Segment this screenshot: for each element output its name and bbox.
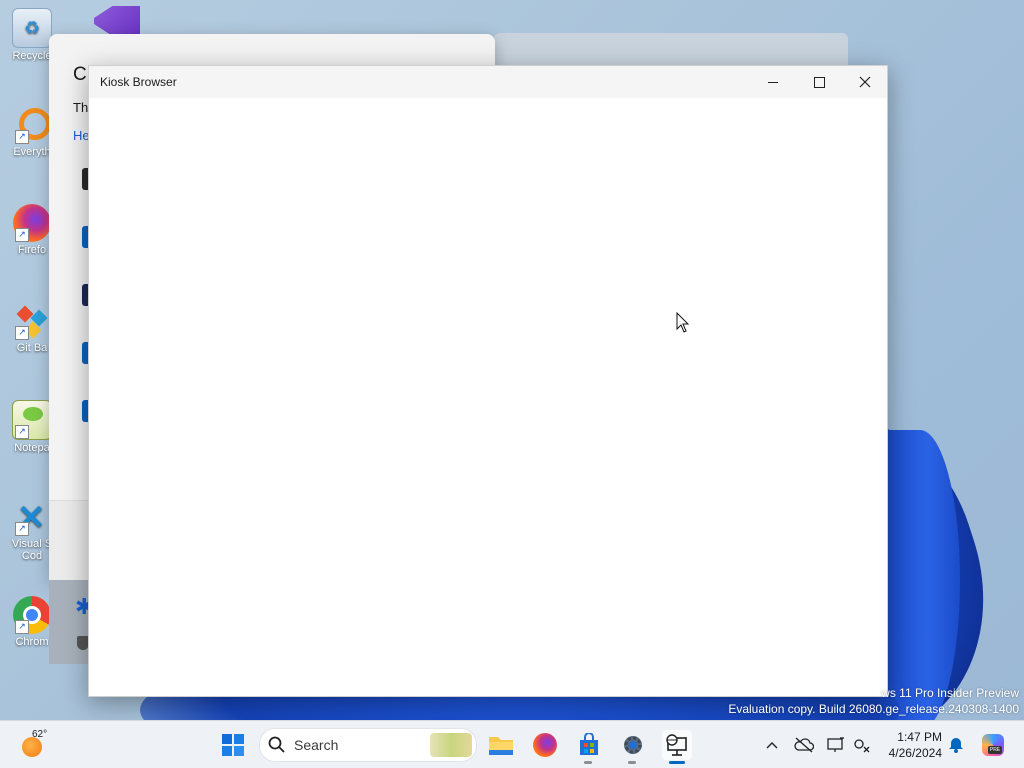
display-status[interactable] xyxy=(826,735,846,755)
notepad-plus-icon: ↗ xyxy=(12,400,52,440)
copilot-button[interactable]: PRE xyxy=(980,734,1006,756)
store-icon xyxy=(580,733,598,755)
running-indicator xyxy=(628,761,636,764)
clock-time: 1:47 PM xyxy=(897,730,942,744)
minimize-icon xyxy=(768,81,778,83)
taskbar-settings[interactable] xyxy=(618,730,648,760)
background-window-heading: C xyxy=(73,64,87,85)
wallpaper-bloom-edge xyxy=(880,430,960,730)
search-placeholder: Search xyxy=(294,737,339,753)
copilot-icon: PRE xyxy=(982,734,1004,756)
window-title: Kiosk Browser xyxy=(100,75,177,89)
taskbar-store[interactable] xyxy=(574,730,604,760)
background-window-text: Th xyxy=(73,100,89,115)
maximize-button[interactable] xyxy=(796,66,842,98)
network-status[interactable] xyxy=(852,735,872,755)
system-clock[interactable]: 1:47 PM 4/26/2024 xyxy=(882,729,942,761)
taskbar-firefox[interactable] xyxy=(530,730,560,760)
onedrive-status[interactable] xyxy=(794,735,814,755)
show-hidden-icons-button[interactable] xyxy=(762,735,782,755)
notification-bell-icon xyxy=(949,738,963,753)
firefox-icon: ↗ xyxy=(13,204,51,242)
watermark-line2: Evaluation copy. Build 26080.ge_release.… xyxy=(728,702,1019,716)
background-window-titlebar xyxy=(494,33,848,69)
weather-sun-icon xyxy=(22,737,42,757)
start-button[interactable] xyxy=(218,730,248,760)
kiosk-browser-icon xyxy=(666,734,687,756)
running-indicator xyxy=(584,761,592,764)
desktop: ♻ Recycle ↗ Everyth ↗ Firefo ↗ Git Ba ↗ … xyxy=(0,0,1024,768)
title-bar[interactable]: Kiosk Browser xyxy=(89,66,887,98)
taskbar-search-box[interactable]: Search xyxy=(259,728,477,762)
chevron-up-icon xyxy=(766,742,778,749)
vscode-icon: ✕ ↗ xyxy=(15,499,46,537)
chrome-icon: ↗ xyxy=(13,596,51,634)
taskbar: 62° Search 1:47 PM 4/26/2024 PRE xyxy=(0,720,1024,768)
git-bash-icon: ↗ xyxy=(13,302,51,340)
weather-temperature: 62° xyxy=(32,729,48,740)
clock-date: 4/26/2024 xyxy=(888,746,942,760)
browser-content-area[interactable] xyxy=(89,98,887,696)
display-icon xyxy=(827,737,844,752)
close-button[interactable] xyxy=(842,66,888,98)
taskbar-file-explorer[interactable] xyxy=(486,730,516,760)
background-window-lower: ✱ xyxy=(49,580,93,664)
weather-widget[interactable]: 62° xyxy=(20,729,60,761)
recycle-bin-icon: ♻ xyxy=(12,8,52,48)
taskbar-kiosk-browser[interactable] xyxy=(662,730,692,760)
start-icon xyxy=(222,734,244,756)
search-icon xyxy=(268,736,285,753)
notification-center-button[interactable] xyxy=(946,735,966,755)
kiosk-browser-window: Kiosk Browser xyxy=(88,65,888,697)
file-explorer-icon xyxy=(489,737,513,755)
visual-studio-icon xyxy=(94,6,140,36)
network-icon xyxy=(854,739,870,753)
mouse-cursor-icon xyxy=(676,312,690,333)
search-highlight-image xyxy=(430,733,472,757)
everything-search-icon: ↗ xyxy=(13,106,51,144)
minimize-button[interactable] xyxy=(750,66,796,98)
maximize-icon xyxy=(813,76,825,88)
firefox-icon xyxy=(533,733,557,757)
active-indicator xyxy=(669,761,685,764)
onedrive-offline-icon xyxy=(794,737,814,753)
close-icon xyxy=(859,76,871,88)
watermark-line1: ws 11 Pro Insider Preview xyxy=(881,686,1019,700)
settings-icon xyxy=(624,736,642,754)
